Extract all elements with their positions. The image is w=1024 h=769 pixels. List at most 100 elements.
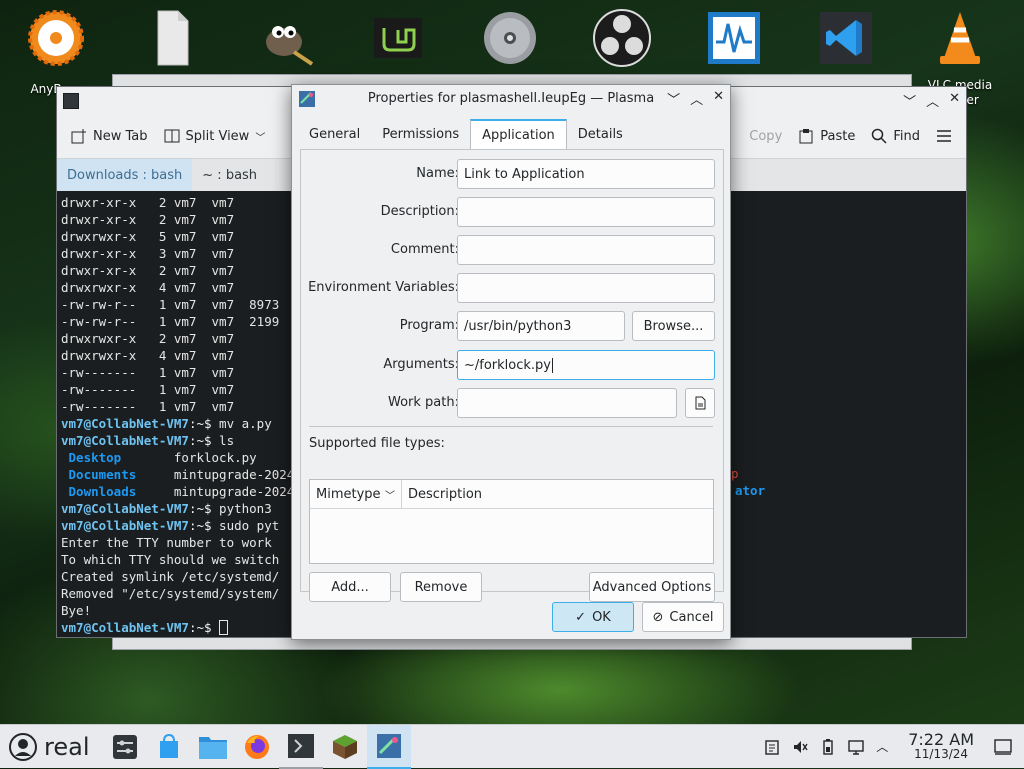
- copy-button[interactable]: Copy: [749, 129, 782, 144]
- desktop-icon-system-monitor[interactable]: [694, 8, 774, 68]
- taskbar-minecraft[interactable]: [323, 725, 367, 769]
- close-icon[interactable]: ✕: [949, 91, 960, 110]
- advanced-options-button[interactable]: Advanced Options: [589, 572, 715, 602]
- split-view-button[interactable]: Split View ﹀: [164, 128, 265, 144]
- tab-permissions[interactable]: Permissions: [371, 119, 470, 149]
- maximize-icon[interactable]: ︿: [690, 89, 703, 108]
- add-button[interactable]: Add...: [309, 572, 391, 602]
- terminal-cursor: [219, 620, 229, 635]
- battery-icon[interactable]: [820, 738, 836, 755]
- hamburger-menu-icon: [937, 130, 951, 142]
- launcher-label: real: [44, 732, 90, 761]
- chevron-up-icon[interactable]: ︿: [876, 738, 888, 755]
- dialog-tab-bar: General Permissions Application Details: [298, 119, 634, 150]
- ok-label: OK: [592, 609, 611, 625]
- folder-icon: [199, 736, 228, 759]
- desktop-icon-disc[interactable]: [470, 8, 550, 68]
- system-tray: ︿ 7:22 AM 11/13/24: [764, 729, 1024, 762]
- remove-label: Remove: [414, 579, 468, 595]
- text-cursor: [552, 357, 553, 373]
- taskbar-properties-dialog[interactable]: [367, 724, 412, 769]
- obs-icon: [592, 8, 652, 68]
- tab-label: Downloads : bash: [67, 167, 183, 183]
- terminal-right-fragment: ator: [735, 483, 766, 498]
- cancel-button[interactable]: ⊘ Cancel: [642, 602, 724, 632]
- supported-file-types-label: Supported file types:: [309, 436, 445, 451]
- program-field[interactable]: /usr/bin/python3: [457, 311, 625, 341]
- minecraft-icon: [333, 734, 358, 759]
- show-desktop-icon[interactable]: [994, 738, 1012, 755]
- hamburger-menu-button[interactable]: [936, 128, 952, 144]
- terminal-icon: [288, 733, 315, 758]
- description-header-label: Description: [408, 486, 483, 502]
- cancel-icon: ⊘: [652, 609, 664, 625]
- ok-button[interactable]: ✓ OK: [552, 602, 634, 632]
- taskbar-file-manager[interactable]: [191, 725, 235, 769]
- properties-dialog[interactable]: Properties for plasmashell.IeupEg — Plas…: [291, 84, 731, 640]
- desktop-icon-gimp[interactable]: [244, 8, 324, 68]
- taskbar-system-settings[interactable]: [103, 725, 147, 769]
- disc-icon: [480, 8, 540, 68]
- digital-clock[interactable]: 7:22 AM 11/13/24: [908, 729, 974, 762]
- work-path-field[interactable]: [457, 388, 677, 418]
- arguments-field[interactable]: ~/forklock.py: [457, 350, 715, 380]
- find-button[interactable]: Find: [871, 128, 920, 144]
- tab-label: Details: [577, 126, 623, 142]
- paste-label: Paste: [820, 128, 856, 144]
- desktop-icon-file[interactable]: [130, 8, 210, 68]
- desktop-icon-anyburn[interactable]: AnyBurn: [16, 8, 96, 97]
- file-types-table[interactable]: Mimetype ﹀ Description: [309, 479, 714, 564]
- arguments-label: Arguments:: [383, 357, 459, 372]
- taskbar-firefox[interactable]: [235, 725, 279, 769]
- taskbar-discover[interactable]: [147, 725, 191, 769]
- application-launcher[interactable]: real: [0, 732, 97, 762]
- dialog-titlebar[interactable]: Properties for plasmashell.IeupEg — Plas…: [292, 85, 730, 112]
- paste-icon: [799, 129, 813, 144]
- advanced-label: Advanced Options: [592, 579, 712, 595]
- split-view-label: Split View: [185, 128, 250, 144]
- description-field[interactable]: [457, 197, 715, 227]
- work-path-browse-button[interactable]: [685, 388, 715, 418]
- new-tab-label: New Tab: [93, 128, 148, 144]
- remove-button[interactable]: Remove: [400, 572, 482, 602]
- tab-home-bash[interactable]: ~ : bash: [192, 159, 267, 191]
- mimetype-header-label: Mimetype: [316, 486, 381, 502]
- taskbar-konsole[interactable]: [279, 725, 324, 769]
- name-field[interactable]: Link to Application: [457, 159, 715, 189]
- comment-field[interactable]: [457, 235, 715, 265]
- desktop-icon-vscode[interactable]: [806, 8, 886, 68]
- minimize-icon[interactable]: ﹀: [903, 91, 916, 110]
- tab-application[interactable]: Application: [470, 119, 567, 150]
- vlc-icon: [930, 8, 990, 68]
- system-monitor-icon: [704, 8, 764, 68]
- browse-button[interactable]: Browse...: [632, 311, 715, 341]
- chevron-down-icon: ﹀: [385, 490, 395, 502]
- maximize-icon[interactable]: ︿: [926, 91, 939, 110]
- tab-label: General: [309, 126, 361, 142]
- discover-icon: [160, 733, 179, 758]
- mimetype-column-header[interactable]: Mimetype ﹀: [310, 480, 402, 508]
- close-icon[interactable]: ✕: [713, 89, 724, 108]
- tab-details[interactable]: Details: [567, 119, 634, 149]
- new-tab-button[interactable]: New Tab: [71, 128, 148, 144]
- tab-label: Permissions: [382, 126, 460, 142]
- network-icon[interactable]: [848, 739, 864, 755]
- taskbar: real ︿ 7:22 AM 11/13/24: [0, 724, 1024, 769]
- desktop-icon-mint-installer[interactable]: [358, 8, 438, 68]
- tab-downloads-bash[interactable]: Downloads : bash: [57, 159, 193, 191]
- clipboard-icon[interactable]: [764, 739, 780, 755]
- clock-date: 11/13/24: [914, 746, 969, 761]
- minimize-icon[interactable]: ﹀: [667, 89, 680, 108]
- mint-installer-icon: [368, 8, 428, 68]
- launcher-icon: [9, 732, 37, 761]
- search-icon: [872, 128, 887, 144]
- paste-button[interactable]: Paste: [798, 128, 855, 144]
- environment-variables-field[interactable]: [457, 273, 715, 303]
- description-column-header[interactable]: Description: [402, 480, 488, 508]
- tab-general[interactable]: General: [298, 119, 371, 149]
- clock-time: 7:22 AM: [908, 729, 974, 749]
- name-value: Link to Application: [464, 166, 585, 182]
- gimp-icon: [254, 8, 314, 68]
- desktop-icon-obs[interactable]: [582, 8, 662, 68]
- volume-muted-icon[interactable]: [792, 739, 808, 755]
